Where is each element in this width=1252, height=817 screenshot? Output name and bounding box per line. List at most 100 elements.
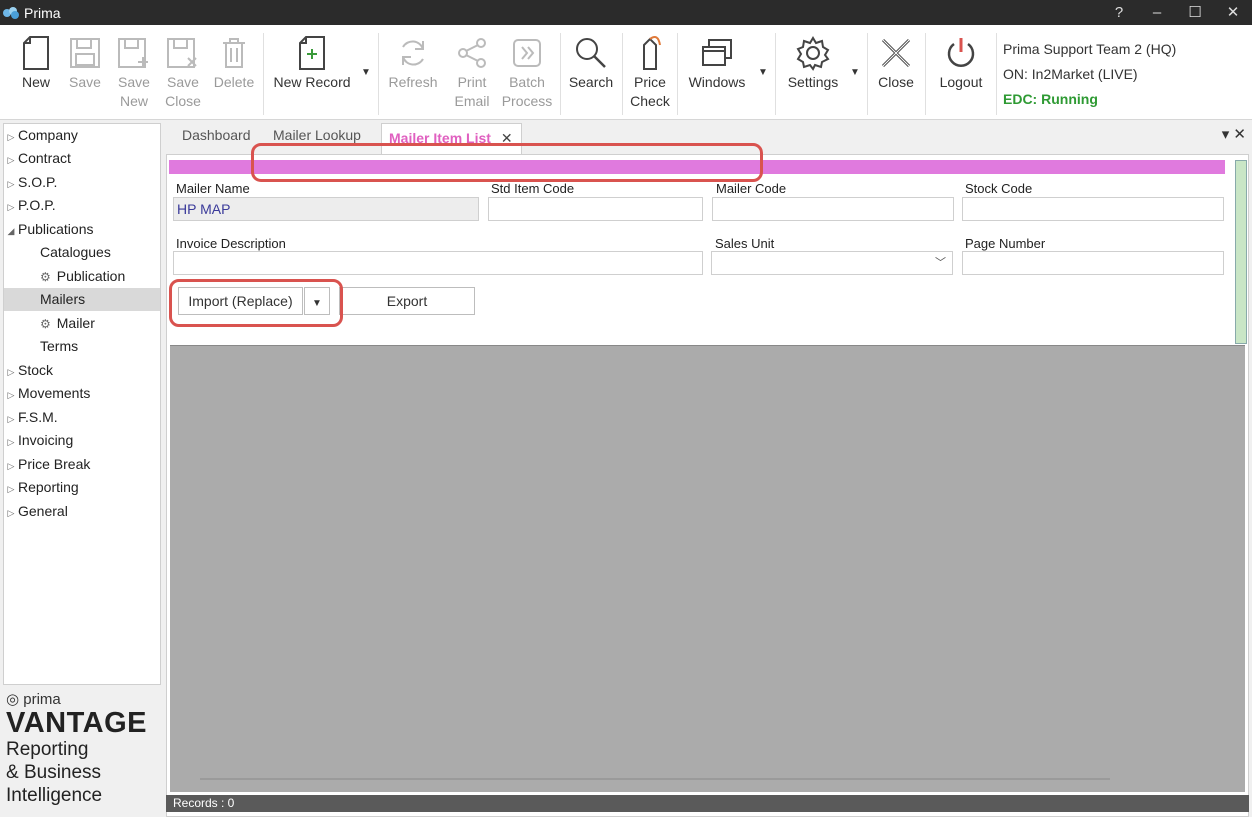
sidebar-item-price-break[interactable]: ▷ Price Break bbox=[4, 453, 160, 476]
windows-dropdown-icon[interactable]: ▼ bbox=[758, 67, 768, 78]
windows-icon bbox=[702, 39, 732, 66]
new-record-dropdown-icon[interactable]: ▼ bbox=[361, 67, 371, 78]
title-bar: Prima ? – ☐ ✕ bbox=[0, 0, 1252, 25]
batch-process-icon bbox=[513, 39, 541, 67]
sidebar-item-publications[interactable]: ◢ Publications bbox=[4, 218, 160, 241]
sidebar-item-movements[interactable]: ▷ Movements bbox=[4, 382, 160, 405]
mailer-code-field[interactable] bbox=[712, 197, 954, 221]
status-user: Prima Support Team 2 (HQ) bbox=[1003, 41, 1177, 57]
settings-button[interactable]: Settings bbox=[783, 33, 843, 92]
std-item-code-field[interactable] bbox=[488, 197, 703, 221]
save-icon bbox=[70, 38, 100, 68]
mailer-name-label: Mailer Name bbox=[176, 181, 250, 196]
save-new-button[interactable]: Save New bbox=[114, 33, 154, 111]
logout-button[interactable]: Logout bbox=[934, 33, 988, 92]
window-title: Prima bbox=[24, 4, 61, 21]
batch-process-button[interactable]: Batch Process bbox=[500, 33, 554, 111]
navigation-sidebar: ▷ Company ▷ Contract ▷ S.O.P. ▷ P.O.P. ◢ Publ… bbox=[3, 123, 161, 685]
delete-button[interactable]: Delete bbox=[212, 33, 256, 92]
new-record-button[interactable]: New Record bbox=[270, 33, 354, 92]
sidebar-item-fsm[interactable]: ▷ F.S.M. bbox=[4, 406, 160, 429]
expand-arrow-icon[interactable]: ▷ bbox=[4, 149, 18, 172]
mailer-item-list-panel: Mailer Name HP MAP Std Item Code Mailer … bbox=[166, 154, 1249, 817]
status-environment: ON: In2Market (LIVE) bbox=[1003, 66, 1138, 82]
sidebar-item-invoicing[interactable]: ▷ Invoicing bbox=[4, 429, 160, 452]
vantage-branding: ◎ prima VANTAGE Reporting & Business Int… bbox=[6, 690, 162, 807]
print-email-button[interactable]: Print Email bbox=[452, 33, 492, 111]
side-splitter-strip[interactable] bbox=[1235, 160, 1247, 344]
prima-small-logo: ◎ prima bbox=[6, 691, 61, 708]
ribbon-separator bbox=[867, 33, 868, 115]
save-button[interactable]: Save bbox=[66, 33, 104, 92]
std-item-code-label: Std Item Code bbox=[491, 181, 575, 196]
new-button[interactable]: New bbox=[16, 33, 56, 92]
sidebar-item-contract[interactable]: ▷ Contract bbox=[4, 147, 160, 170]
ribbon-separator bbox=[622, 33, 623, 115]
invoice-description-field[interactable] bbox=[173, 251, 703, 275]
sidebar-item-reporting[interactable]: ▷ Reporting bbox=[4, 476, 160, 499]
sidebar-item-sop[interactable]: ▷ S.O.P. bbox=[4, 171, 160, 194]
ribbon-separator bbox=[996, 33, 997, 115]
stock-code-field[interactable] bbox=[962, 197, 1224, 221]
sidebar-item-mailers[interactable]: Mailers bbox=[4, 288, 160, 311]
gear-icon bbox=[796, 36, 830, 71]
tab-dashboard[interactable]: Dashboard bbox=[182, 127, 251, 143]
minimize-button[interactable]: – bbox=[1138, 0, 1176, 25]
page-number-label: Page Number bbox=[965, 236, 1046, 251]
expand-arrow-icon[interactable]: ▷ bbox=[4, 478, 18, 501]
search-icon bbox=[576, 38, 606, 68]
highlight-annotation-tab-area bbox=[251, 143, 763, 182]
settings-dropdown-icon[interactable]: ▼ bbox=[850, 67, 860, 78]
sidebar-item-terms[interactable]: Terms bbox=[4, 335, 160, 358]
new-record-icon bbox=[299, 36, 325, 70]
ribbon-separator bbox=[925, 33, 926, 115]
sidebar-item-pop[interactable]: ▷ P.O.P. bbox=[4, 194, 160, 217]
sidebar-item-publication[interactable]: ⚙ Publication bbox=[4, 265, 160, 288]
expand-arrow-icon[interactable]: ▷ bbox=[4, 361, 18, 384]
maximize-button[interactable]: ☐ bbox=[1176, 0, 1214, 25]
collapse-arrow-icon[interactable]: ◢ bbox=[4, 220, 18, 243]
search-button[interactable]: Search bbox=[566, 33, 616, 92]
close-button[interactable]: Close bbox=[874, 33, 918, 92]
status-panel: Prima Support Team 2 (HQ) ON: In2Market … bbox=[1003, 37, 1176, 112]
expand-arrow-icon[interactable]: ▷ bbox=[4, 502, 18, 525]
ribbon-separator bbox=[560, 33, 561, 115]
refresh-button[interactable]: Refresh bbox=[386, 33, 440, 92]
items-grid[interactable] bbox=[170, 345, 1245, 792]
expand-arrow-icon[interactable]: ▷ bbox=[4, 455, 18, 478]
mailer-name-field[interactable]: HP MAP bbox=[173, 197, 479, 221]
expand-arrow-icon[interactable]: ▷ bbox=[4, 173, 18, 196]
page-number-field[interactable] bbox=[962, 251, 1224, 275]
sidebar-item-company[interactable]: ▷ Company bbox=[4, 124, 160, 147]
price-tag-icon bbox=[643, 36, 661, 70]
expand-arrow-icon[interactable]: ▷ bbox=[4, 431, 18, 454]
close-window-button[interactable]: ✕ bbox=[1214, 0, 1252, 25]
save-close-button[interactable]: Save Close bbox=[163, 33, 203, 111]
horizontal-scrollbar[interactable] bbox=[200, 778, 1110, 780]
prima-logo-icon: ◎ bbox=[6, 691, 20, 708]
price-check-button[interactable]: Price Check bbox=[628, 33, 672, 111]
tab-mailer-lookup[interactable]: Mailer Lookup bbox=[273, 127, 361, 143]
records-count-bar: Records : 0 bbox=[166, 795, 1249, 812]
help-button[interactable]: ? bbox=[1100, 0, 1138, 25]
refresh-icon bbox=[402, 40, 424, 66]
sidebar-item-mailer[interactable]: ⚙ Mailer bbox=[4, 312, 160, 335]
windows-button[interactable]: Windows bbox=[684, 33, 750, 92]
expand-arrow-icon[interactable]: ▷ bbox=[4, 196, 18, 219]
ribbon-toolbar: New Save Save New Save Close Delete New … bbox=[0, 25, 1252, 120]
sidebar-item-stock[interactable]: ▷ Stock bbox=[4, 359, 160, 382]
expand-arrow-icon[interactable]: ▷ bbox=[4, 126, 18, 149]
sidebar-item-general[interactable]: ▷ General bbox=[4, 500, 160, 523]
invoice-description-label: Invoice Description bbox=[176, 236, 286, 251]
ribbon-separator bbox=[378, 33, 379, 115]
gear-small-icon: ⚙ bbox=[40, 270, 51, 284]
sales-unit-select[interactable]: ﹀ bbox=[711, 251, 953, 275]
sidebar-item-catalogues[interactable]: Catalogues bbox=[4, 241, 160, 264]
power-icon bbox=[947, 38, 975, 67]
export-button[interactable]: Export bbox=[339, 287, 475, 315]
expand-arrow-icon[interactable]: ▷ bbox=[4, 384, 18, 407]
tabs-menu-close-icon[interactable]: ▾ ✕ bbox=[1222, 125, 1246, 143]
prima-logo-icon bbox=[3, 6, 19, 19]
expand-arrow-icon[interactable]: ▷ bbox=[4, 408, 18, 431]
status-edc: EDC: Running bbox=[1003, 91, 1098, 107]
